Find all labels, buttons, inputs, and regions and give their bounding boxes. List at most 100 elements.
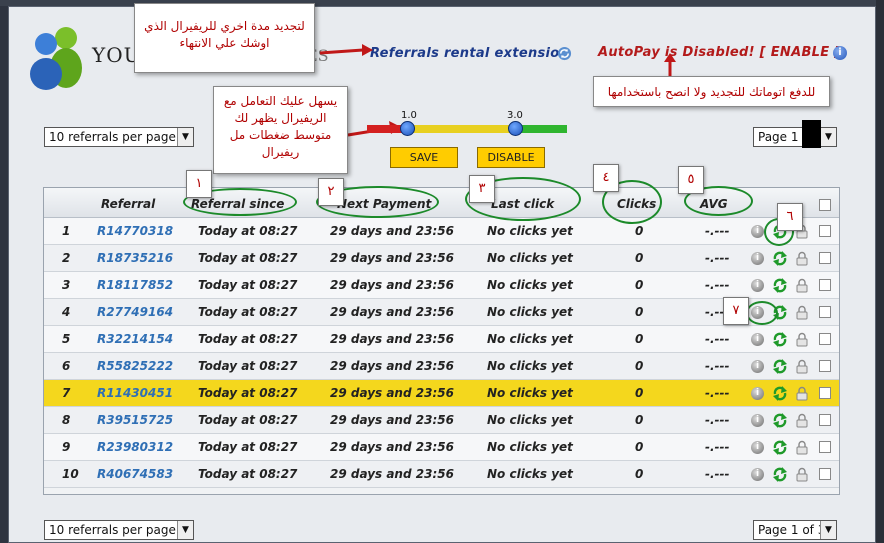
badge-7: ٧	[723, 297, 749, 325]
renew-icon[interactable]	[772, 412, 788, 429]
badge-3: ٣	[469, 175, 495, 203]
row-info-icon[interactable]: i	[751, 333, 764, 346]
lock-icon[interactable]	[796, 440, 808, 455]
renew-icon[interactable]	[772, 304, 788, 321]
col-avg[interactable]: AVG	[700, 197, 728, 211]
row-info-icon[interactable]: i	[751, 468, 764, 481]
lock-icon[interactable]	[796, 359, 808, 374]
slider-track	[367, 125, 567, 133]
row-checkbox[interactable]	[819, 279, 831, 291]
table-row: 7 R11430451 Today at 08:27 29 days and 23:5…	[44, 380, 839, 407]
info-icon[interactable]: i	[833, 46, 847, 60]
table-row: 4 R27749164 Today at 08:27 29 days and 23:5…	[44, 299, 839, 326]
col-last-click[interactable]: Last click	[491, 197, 554, 211]
chevron-down-icon: ▼	[820, 521, 836, 539]
chevron-down-icon: ▼	[820, 128, 836, 146]
page-select-top[interactable]: Page 1 o ▼	[753, 127, 837, 147]
renew-icon[interactable]	[772, 250, 788, 267]
referral-since: Today at 08:27	[198, 413, 298, 427]
referral-id-link[interactable]: R18117852	[97, 278, 173, 292]
col-next-payment[interactable]: Next Payment	[337, 197, 431, 211]
clicks-count: 0	[635, 386, 644, 400]
referral-id-link[interactable]: R23980312	[97, 440, 173, 454]
avg-value: -.---	[705, 359, 730, 373]
badge-5: ٥	[678, 166, 704, 194]
col-clicks[interactable]: Clicks	[617, 197, 656, 211]
page-select-bottom[interactable]: Page 1 of 3 ▼	[753, 520, 837, 540]
slider-min-label: 1.0	[401, 110, 417, 121]
refresh-icon[interactable]	[557, 46, 572, 61]
row-info-icon[interactable]: i	[751, 414, 764, 427]
row-info-icon[interactable]: i	[751, 441, 764, 454]
referral-id-link[interactable]: R39515725	[97, 413, 173, 427]
row-info-icon[interactable]: i	[751, 252, 764, 265]
rental-extension-link[interactable]: Referrals rental extension	[370, 46, 569, 61]
select-all-checkbox[interactable]	[819, 199, 831, 211]
table-row: 10 R40674583 Today at 08:27 29 days and 23:…	[44, 461, 839, 488]
renew-icon[interactable]	[772, 277, 788, 294]
last-click: No clicks yet	[487, 440, 573, 454]
row-checkbox[interactable]	[819, 252, 831, 264]
avg-range-slider[interactable]: 1.0 3.0	[367, 110, 572, 150]
referral-id-link[interactable]: R18735216	[97, 251, 173, 265]
table-row: 5 R32214154 Today at 08:27 29 days and 23:5…	[44, 326, 839, 353]
next-payment: 29 days and 23:56	[330, 386, 454, 400]
slider-min-handle[interactable]	[400, 121, 415, 136]
per-page-select-bottom[interactable]: 10 referrals per page ▼	[44, 520, 194, 540]
row-checkbox[interactable]	[819, 333, 831, 345]
renew-icon[interactable]	[772, 358, 788, 375]
col-referral[interactable]: Referral	[101, 197, 155, 211]
row-checkbox[interactable]	[819, 441, 831, 453]
row-checkbox[interactable]	[819, 225, 831, 237]
referral-id-link[interactable]: R32214154	[97, 332, 173, 346]
lock-icon[interactable]	[796, 251, 808, 266]
autopay-enable-link[interactable]: [ ENABLE ]	[760, 45, 841, 60]
row-checkbox[interactable]	[819, 306, 831, 318]
row-info-icon[interactable]: i	[751, 360, 764, 373]
renew-icon[interactable]	[772, 439, 788, 456]
lock-icon[interactable]	[796, 278, 808, 293]
row-number: 9	[62, 440, 71, 454]
row-checkbox[interactable]	[819, 387, 831, 399]
chevron-down-icon: ▼	[177, 521, 193, 539]
referral-id-link[interactable]: R14770318	[97, 224, 173, 238]
row-info-icon[interactable]: i	[751, 279, 764, 292]
lock-icon[interactable]	[796, 305, 808, 320]
slider-max-handle[interactable]	[508, 121, 523, 136]
referral-id-link[interactable]: R55825222	[97, 359, 173, 373]
lock-icon[interactable]	[796, 386, 808, 401]
last-click: No clicks yet	[487, 413, 573, 427]
referral-id-link[interactable]: R11430451	[97, 386, 173, 400]
referral-id-link[interactable]: R40674583	[97, 467, 173, 481]
row-info-icon[interactable]: i	[751, 225, 764, 238]
col-referral-since[interactable]: Referral since	[191, 197, 284, 211]
save-button[interactable]: SAVE	[390, 147, 458, 168]
callout-slider-tip: يسهل عليك التعامل مع الريفيرال يظهر لك م…	[213, 86, 348, 174]
last-click: No clicks yet	[487, 467, 573, 481]
renew-icon[interactable]	[772, 385, 788, 402]
avg-value: -.---	[705, 251, 730, 265]
table-row: 1 R14770318 Today at 08:27 29 days and 23:5…	[44, 218, 839, 245]
row-info-icon[interactable]: i	[751, 387, 764, 400]
row-checkbox[interactable]	[819, 360, 831, 372]
lock-icon[interactable]	[796, 467, 808, 482]
referral-since: Today at 08:27	[198, 278, 298, 292]
renew-icon[interactable]	[772, 466, 788, 483]
autopay-status: AutoPay is Disabled! [ ENABLE ]	[598, 45, 841, 60]
table-row: 8 R39515725 Today at 08:27 29 days and 23:5…	[44, 407, 839, 434]
row-info-icon[interactable]: i	[751, 306, 764, 319]
per-page-select-top[interactable]: 10 referrals per page ▼	[44, 127, 194, 147]
referral-since: Today at 08:27	[198, 332, 298, 346]
renew-icon[interactable]	[772, 331, 788, 348]
referral-id-link[interactable]: R27749164	[97, 305, 173, 319]
badge-2: ٢	[318, 178, 344, 206]
clicks-count: 0	[635, 305, 644, 319]
clicks-count: 0	[635, 359, 644, 373]
disable-button[interactable]: DISABLE	[477, 147, 545, 168]
row-checkbox[interactable]	[819, 468, 831, 480]
lock-icon[interactable]	[796, 332, 808, 347]
row-number: 1	[62, 224, 71, 238]
lock-icon[interactable]	[796, 413, 808, 428]
next-payment: 29 days and 23:56	[330, 467, 454, 481]
row-checkbox[interactable]	[819, 414, 831, 426]
